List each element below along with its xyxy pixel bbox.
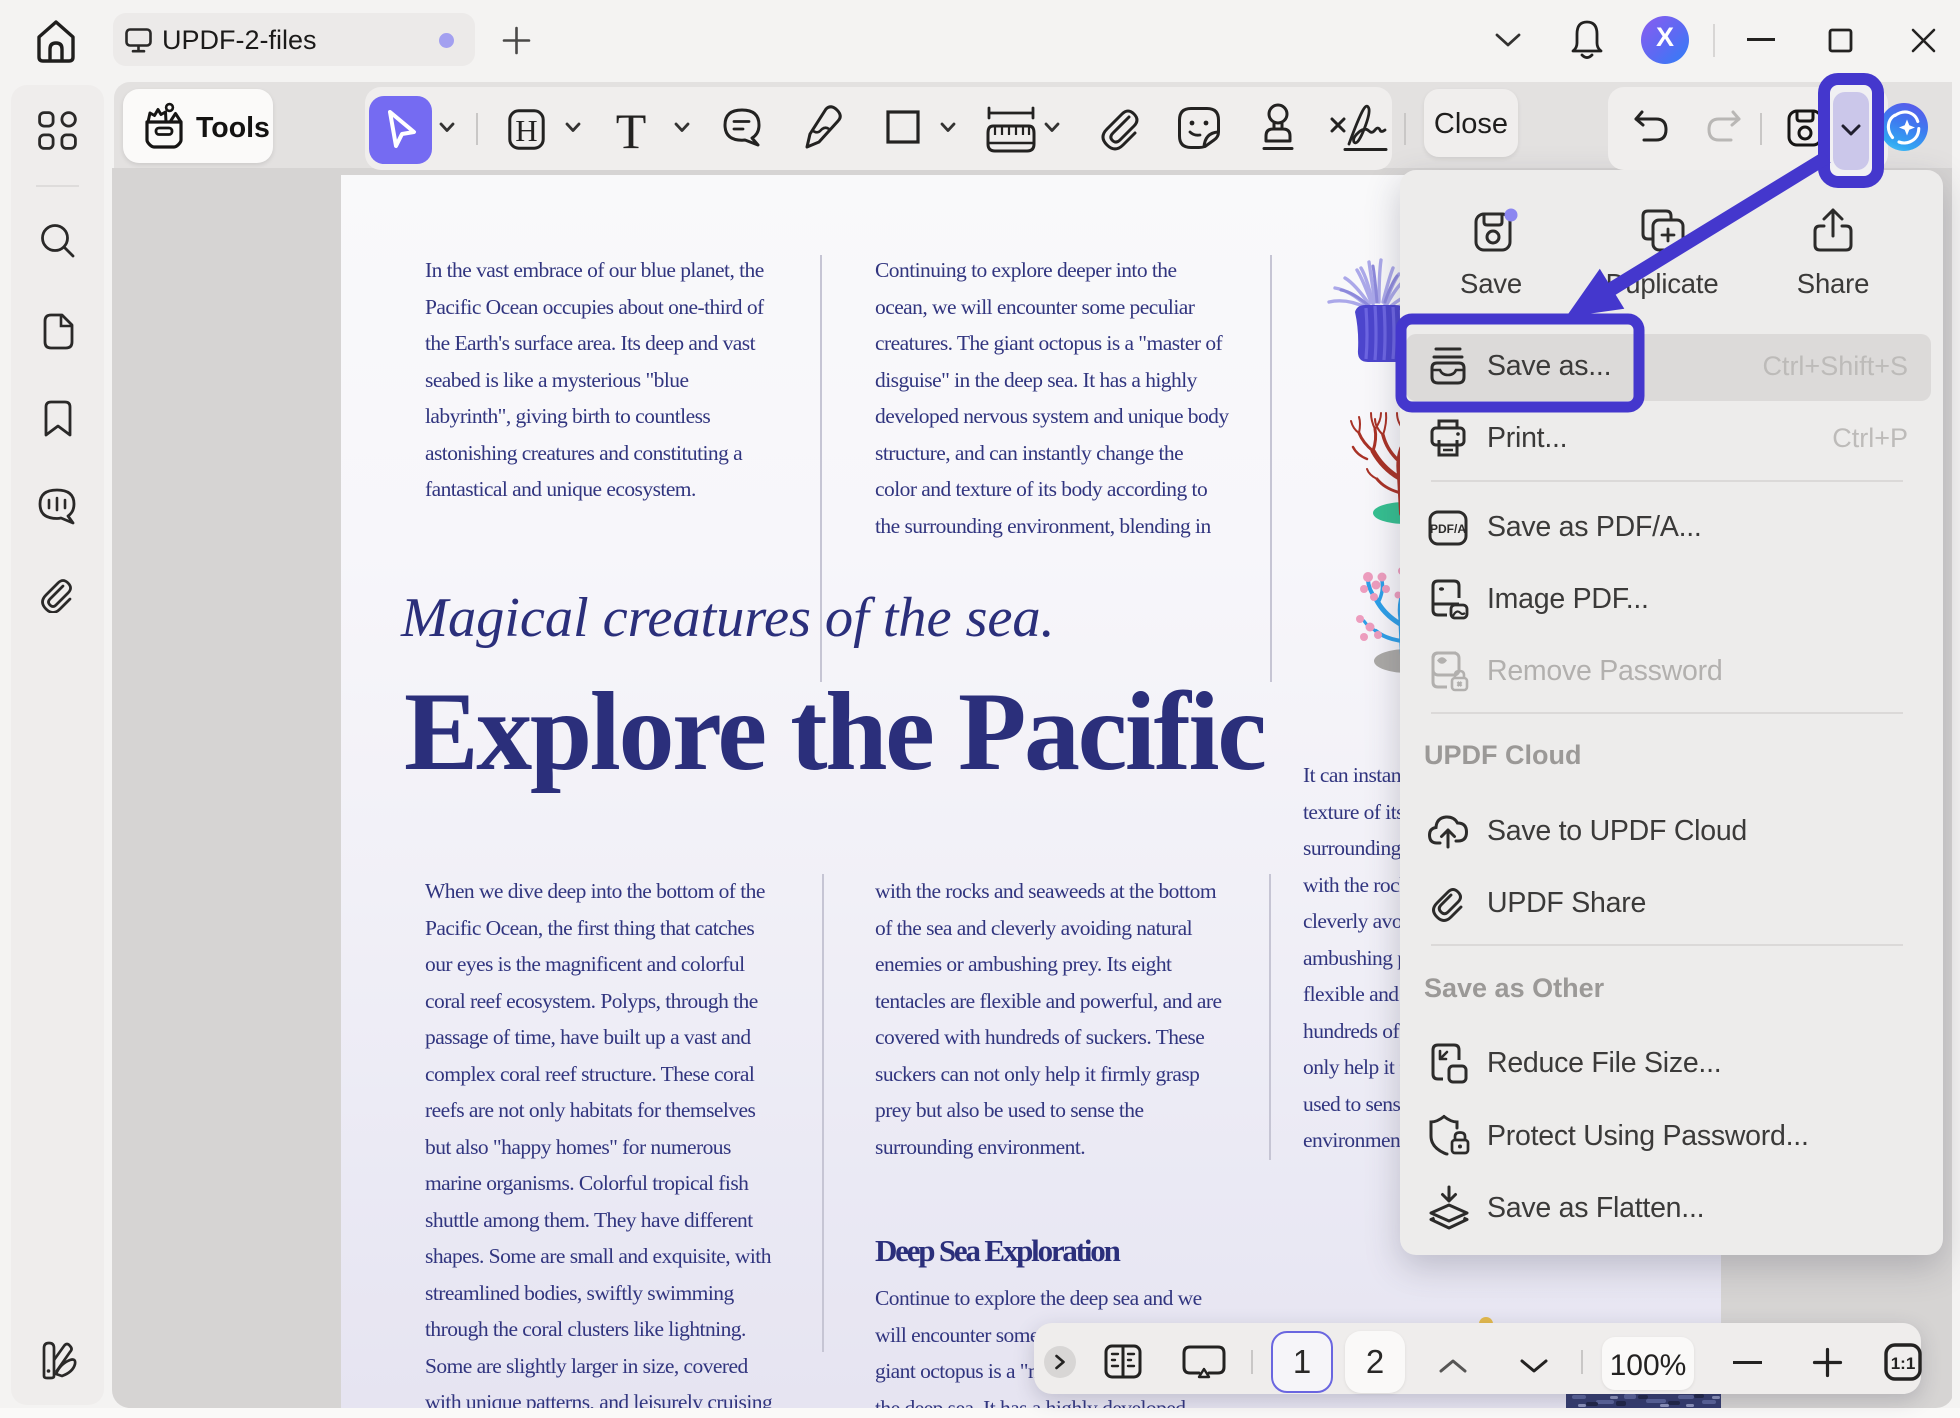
- svg-text:PDF/A: PDF/A: [1430, 522, 1466, 536]
- svg-text:1:1: 1:1: [1891, 1354, 1916, 1373]
